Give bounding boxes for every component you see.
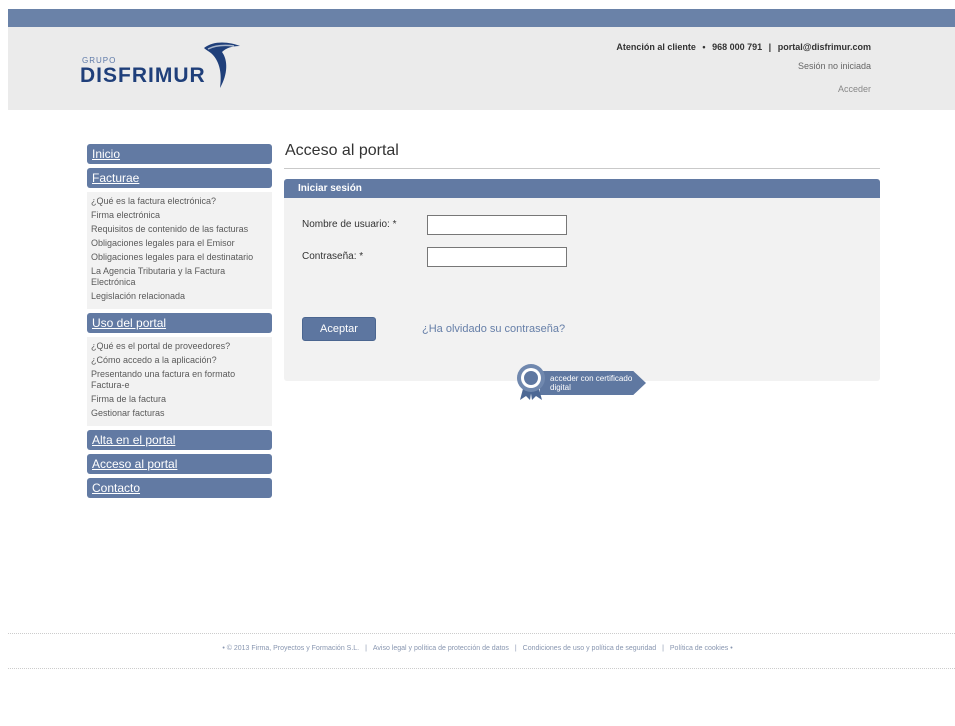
logo-name-text: DISFRIMUR <box>80 64 206 87</box>
bird-logo-icon <box>204 42 240 88</box>
password-input[interactable] <box>427 247 567 267</box>
footer-legal-link[interactable]: Aviso legal y política de protección de … <box>373 645 509 652</box>
customer-service-label: Atención al cliente <box>616 42 696 52</box>
certificate-seal-icon <box>517 364 545 400</box>
footer-top-divider <box>8 633 955 634</box>
username-input[interactable] <box>427 215 567 235</box>
facturae-link[interactable]: Firma electrónica <box>91 210 268 221</box>
nav-acceso-portal[interactable]: Acceso al portal <box>87 454 272 474</box>
footer-separator: | <box>514 645 517 652</box>
facturae-link[interactable]: Obligaciones legales para el Emisor <box>91 238 268 249</box>
footer-copyright: • © 2013 Firma, Proyectos y Formación S.… <box>222 645 360 652</box>
session-status: Sesión no iniciada <box>797 61 871 71</box>
footer-cookies-link[interactable]: Política de cookies • <box>670 645 733 652</box>
facturae-link[interactable]: Requisitos de contenido de las facturas <box>91 224 268 235</box>
footer-conditions-link[interactable]: Condiciones de uso y política de segurid… <box>523 645 656 652</box>
nav-inicio[interactable]: Inicio <box>87 144 272 164</box>
footer-links: • © 2013 Firma, Proyectos y Formación S.… <box>0 645 955 652</box>
uso-link[interactable]: ¿Cómo accedo a la aplicación? <box>91 355 268 366</box>
top-bar <box>8 9 955 27</box>
facturae-link[interactable]: La Agencia Tributaria y la Factura Elect… <box>91 266 268 288</box>
nav-uso-portal[interactable]: Uso del portal <box>87 313 272 333</box>
digital-certificate-label: acceder con certificado digital <box>540 371 646 395</box>
footer-separator: | <box>662 645 664 652</box>
digital-certificate-button[interactable]: acceder con certificado digital <box>514 363 650 400</box>
page-title: Acceso al portal <box>284 140 880 169</box>
facturae-link[interactable]: ¿Qué es la factura electrónica? <box>91 196 268 207</box>
footer-bottom-divider <box>8 668 955 669</box>
phone-number: 968 000 791 <box>712 42 763 52</box>
facturae-link[interactable]: Legislación relacionada <box>91 291 268 302</box>
bullet-separator: • <box>702 42 706 52</box>
disfrimur-logo[interactable]: GRUPO DISFRIMUR <box>78 40 248 96</box>
uso-link[interactable]: Gestionar facturas <box>91 408 268 419</box>
uso-link[interactable]: Firma de la factura <box>91 394 268 405</box>
facturae-link[interactable]: Obligaciones legales para el destinatari… <box>91 252 268 263</box>
sidebar-nav: Inicio Facturae ¿Qué es la factura elect… <box>87 144 272 502</box>
nav-facturae[interactable]: Facturae <box>87 168 272 188</box>
uso-submenu: ¿Qué es el portal de proveedores? ¿Cómo … <box>87 337 272 426</box>
uso-link[interactable]: ¿Qué es el portal de proveedores? <box>91 341 268 352</box>
forgot-password-link[interactable]: ¿Ha olvidado su contraseña? <box>422 323 565 335</box>
login-panel: Iniciar sesión Nombre de usuario: * Cont… <box>284 179 880 400</box>
footer-separator: | <box>365 645 367 652</box>
email-address[interactable]: portal@disfrimur.com <box>778 42 871 52</box>
nav-contacto[interactable]: Contacto <box>87 478 272 498</box>
uso-link[interactable]: Presentando una factura en formato Factu… <box>91 369 268 391</box>
login-panel-title: Iniciar sesión <box>284 179 880 198</box>
pipe-separator: | <box>768 42 772 52</box>
nav-alta-portal[interactable]: Alta en el portal <box>87 430 272 450</box>
main-content: Acceso al portal Iniciar sesión Nombre d… <box>284 140 880 400</box>
username-label: Nombre de usuario: * <box>302 219 397 230</box>
facturae-submenu: ¿Qué es la factura electrónica? Firma el… <box>87 192 272 309</box>
login-link[interactable]: Acceder <box>838 84 871 94</box>
accept-button[interactable]: Aceptar <box>302 317 376 341</box>
password-label: Contraseña: * <box>302 251 364 262</box>
customer-service-line: Atención al cliente • 968 000 791 | port… <box>612 42 871 52</box>
